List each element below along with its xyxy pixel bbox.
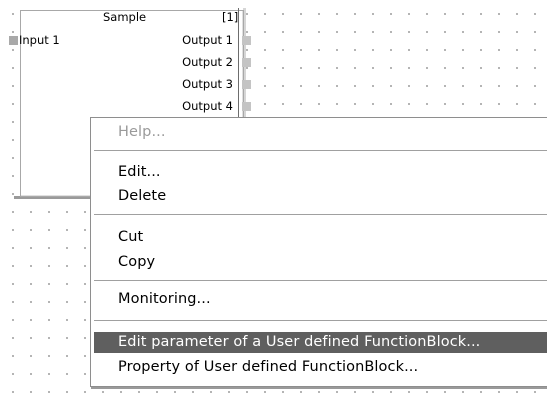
menu-item-edit[interactable]: Edit... <box>94 162 547 183</box>
output-port-4-label: Output 4 <box>182 99 233 113</box>
input-port-1[interactable] <box>9 36 18 45</box>
function-block-index: [1] <box>222 10 239 24</box>
output-port-1[interactable] <box>242 36 251 45</box>
output-port-1-label: Output 1 <box>182 33 233 47</box>
menu-item-help: Help... <box>118 124 166 140</box>
menu-separator <box>94 280 547 281</box>
menu-item-edit-parameter[interactable]: Edit parameter of a User defined Functio… <box>94 332 547 353</box>
input-port-1-label: Input 1 <box>19 33 60 47</box>
function-block-title: Sample <box>103 10 147 24</box>
output-port-2[interactable] <box>242 58 251 67</box>
output-port-2-label: Output 2 <box>182 55 233 69</box>
menu-separator <box>94 214 547 215</box>
menu-item-property[interactable]: Property of User defined FunctionBlock..… <box>94 357 547 378</box>
menu-item-monitoring[interactable]: Monitoring... <box>94 289 547 310</box>
context-menu: Help... Edit... Delete Cut Copy Monitori… <box>90 117 547 387</box>
function-block-divider <box>238 8 239 126</box>
menu-item-delete[interactable]: Delete <box>94 186 547 207</box>
output-port-3-label: Output 3 <box>182 77 233 91</box>
output-port-4[interactable] <box>242 102 251 111</box>
menu-separator <box>94 320 547 321</box>
menu-item-cut[interactable]: Cut <box>94 227 547 248</box>
menu-separator <box>94 150 547 151</box>
output-port-3[interactable] <box>242 80 251 89</box>
menu-item-copy[interactable]: Copy <box>94 252 547 273</box>
